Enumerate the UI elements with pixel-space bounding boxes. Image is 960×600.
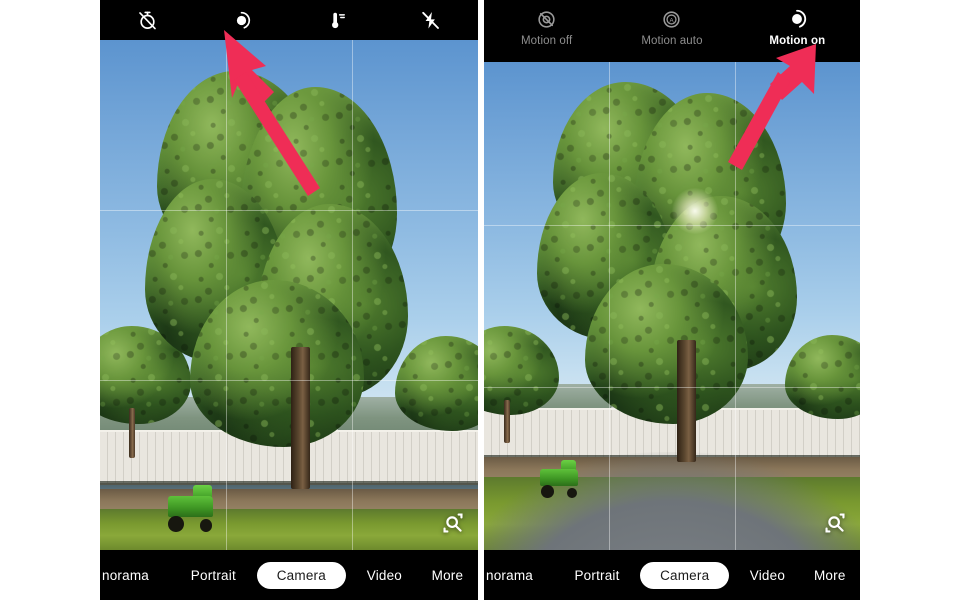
motion-on-icon (231, 10, 252, 31)
mode-panorama[interactable]: norama (484, 568, 560, 583)
left-mode-selector: norama Portrait Camera Video More (100, 550, 478, 600)
mode-video[interactable]: Video (735, 568, 799, 583)
thermometer-icon (326, 10, 347, 31)
flash-off-button[interactable] (414, 3, 448, 37)
timer-off-icon (137, 10, 158, 31)
left-viewfinder[interactable] (100, 40, 478, 550)
mode-portrait[interactable]: Portrait (176, 568, 251, 583)
left-phone-panel: norama Portrait Camera Video More (100, 0, 478, 600)
mode-camera[interactable]: Camera (640, 561, 730, 589)
motion-auto-option[interactable]: A Motion auto (612, 6, 732, 47)
right-phone-panel: Motion off A Motion auto Motion on noram… (484, 0, 860, 600)
mode-portrait[interactable]: Portrait (560, 568, 634, 583)
side-tree-right (394, 335, 478, 458)
motion-control-button[interactable] (225, 3, 259, 37)
motion-on-label: Motion on (769, 35, 826, 47)
main-tree (145, 70, 425, 489)
mode-more[interactable]: More (417, 568, 478, 583)
right-mode-selector: norama Portrait Camera Video More (484, 550, 860, 600)
left-camera-preview (100, 40, 478, 550)
right-viewfinder[interactable] (484, 62, 860, 550)
mode-camera[interactable]: Camera (256, 561, 346, 589)
left-top-control-bar (100, 0, 478, 40)
screenshot-stage: norama Portrait Camera Video More Motion… (0, 0, 960, 600)
mode-panorama[interactable]: norama (100, 568, 176, 583)
main-tree (536, 81, 808, 463)
motion-off-label: Motion off (521, 35, 573, 47)
side-tree-right (784, 335, 860, 442)
motion-auto-label: Motion auto (641, 35, 703, 47)
motion-auto-icon: A (661, 6, 682, 32)
lawn (100, 509, 478, 550)
right-camera-preview (484, 62, 860, 550)
timer-off-button[interactable] (130, 3, 164, 37)
zoom-magnifier-icon[interactable] (822, 510, 848, 536)
zoom-magnifier-icon[interactable] (440, 510, 466, 536)
mode-more[interactable]: More (800, 568, 860, 583)
motion-off-option[interactable]: Motion off (487, 6, 607, 47)
motion-on-icon (786, 6, 808, 32)
white-balance-button[interactable] (319, 3, 353, 37)
motion-on-option[interactable]: Motion on (737, 6, 857, 47)
svg-text:A: A (670, 17, 675, 24)
toy-tractor (540, 459, 578, 498)
mode-video[interactable]: Video (352, 568, 417, 583)
motion-off-icon (536, 6, 557, 32)
motion-options-menu: Motion off A Motion auto Motion on (484, 0, 860, 62)
toy-tractor (168, 484, 214, 532)
flash-off-icon (420, 10, 441, 31)
